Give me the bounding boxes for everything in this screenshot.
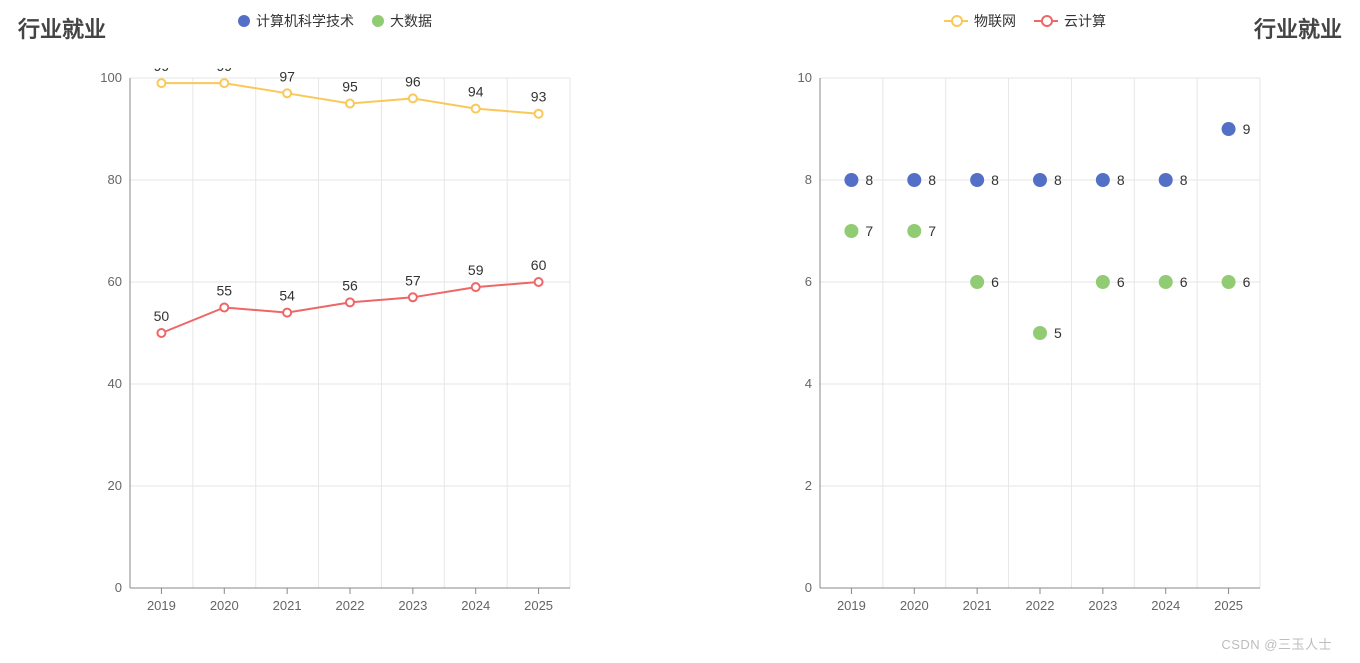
svg-text:10: 10	[798, 70, 812, 85]
svg-text:97: 97	[279, 68, 295, 84]
legend-item-cs[interactable]: 计算机科学技术	[238, 11, 354, 31]
svg-text:56: 56	[342, 277, 358, 293]
svg-text:2: 2	[805, 478, 812, 493]
svg-text:94: 94	[468, 84, 484, 100]
svg-text:50: 50	[154, 308, 170, 324]
svg-text:20: 20	[108, 478, 122, 493]
right-panel: 行业就业 物联网 云计算 0 2 4 6 8 10 2019 2020 2021 2022 2023…	[700, 4, 1350, 628]
svg-text:55: 55	[216, 283, 232, 299]
svg-text:6: 6	[805, 274, 812, 289]
svg-text:100: 100	[100, 70, 122, 85]
svg-text:8: 8	[865, 172, 873, 188]
svg-text:60: 60	[108, 274, 122, 289]
legend-label: 计算机科学技术	[256, 11, 354, 31]
svg-text:2025: 2025	[524, 598, 553, 613]
svg-text:7: 7	[928, 223, 936, 239]
svg-text:80: 80	[108, 172, 122, 187]
svg-text:9: 9	[1243, 121, 1251, 137]
svg-text:2019: 2019	[837, 598, 866, 613]
svg-text:99: 99	[216, 68, 232, 74]
svg-text:2025: 2025	[1214, 598, 1243, 613]
left-chart-title: 行业就业	[18, 12, 106, 44]
legend-label: 物联网	[974, 11, 1016, 31]
svg-text:2020: 2020	[210, 598, 239, 613]
svg-text:96: 96	[405, 73, 421, 89]
svg-text:93: 93	[531, 89, 547, 105]
svg-text:2024: 2024	[1151, 598, 1180, 613]
svg-text:2023: 2023	[398, 598, 427, 613]
svg-text:7: 7	[865, 223, 873, 239]
svg-text:8: 8	[805, 172, 812, 187]
svg-text:8: 8	[1117, 172, 1125, 188]
svg-text:2019: 2019	[147, 598, 176, 613]
legend-label: 大数据	[390, 11, 432, 31]
right-legend: 物联网 云计算	[700, 4, 1350, 38]
svg-text:54: 54	[279, 288, 295, 304]
svg-text:2023: 2023	[1088, 598, 1117, 613]
svg-text:0: 0	[115, 580, 122, 595]
svg-text:4: 4	[805, 376, 812, 391]
left-legend: 计算机科学技术 大数据	[10, 4, 660, 38]
svg-text:5: 5	[1054, 325, 1062, 341]
svg-text:0: 0	[805, 580, 812, 595]
svg-text:95: 95	[342, 79, 358, 95]
svg-text:2022: 2022	[1026, 598, 1055, 613]
left-panel: 行业就业 计算机科学技术 大数据 0 20 40 60 80 100 2019 2020 202…	[10, 4, 660, 628]
svg-text:6: 6	[1117, 274, 1125, 290]
svg-text:8: 8	[1180, 172, 1188, 188]
svg-text:60: 60	[531, 257, 547, 273]
line-marker-icon	[944, 20, 968, 22]
legend-item-cloud[interactable]: 云计算	[1034, 11, 1106, 31]
watermark: CSDN @三玉人士	[1221, 634, 1332, 653]
svg-text:2021: 2021	[963, 598, 992, 613]
svg-text:8: 8	[1054, 172, 1062, 188]
svg-text:40: 40	[108, 376, 122, 391]
legend-item-bigdata[interactable]: 大数据	[372, 11, 432, 31]
dot-icon	[372, 15, 384, 27]
svg-text:6: 6	[1180, 274, 1188, 290]
svg-text:2022: 2022	[336, 598, 365, 613]
svg-text:59: 59	[468, 262, 484, 278]
svg-text:2020: 2020	[900, 598, 929, 613]
svg-text:99: 99	[154, 68, 170, 74]
dot-icon	[238, 15, 250, 27]
svg-text:8: 8	[928, 172, 936, 188]
right-chart-svg: 0 2 4 6 8 10 2019 2020 2021 2022 2023 2024 2025 8 8 8 8 8…	[790, 68, 1280, 628]
svg-text:2024: 2024	[461, 598, 490, 613]
svg-text:57: 57	[405, 272, 421, 288]
svg-text:6: 6	[1243, 274, 1251, 290]
left-chart-svg: 0 20 40 60 80 100 2019 2020 2021 2022 2023 2024 2025…	[100, 68, 590, 628]
svg-text:8: 8	[991, 172, 999, 188]
legend-item-iot[interactable]: 物联网	[944, 11, 1016, 31]
right-chart-title: 行业就业	[1254, 12, 1342, 44]
line-marker-icon	[1034, 20, 1058, 22]
svg-text:2021: 2021	[273, 598, 302, 613]
svg-text:6: 6	[991, 274, 999, 290]
legend-label: 云计算	[1064, 11, 1106, 31]
